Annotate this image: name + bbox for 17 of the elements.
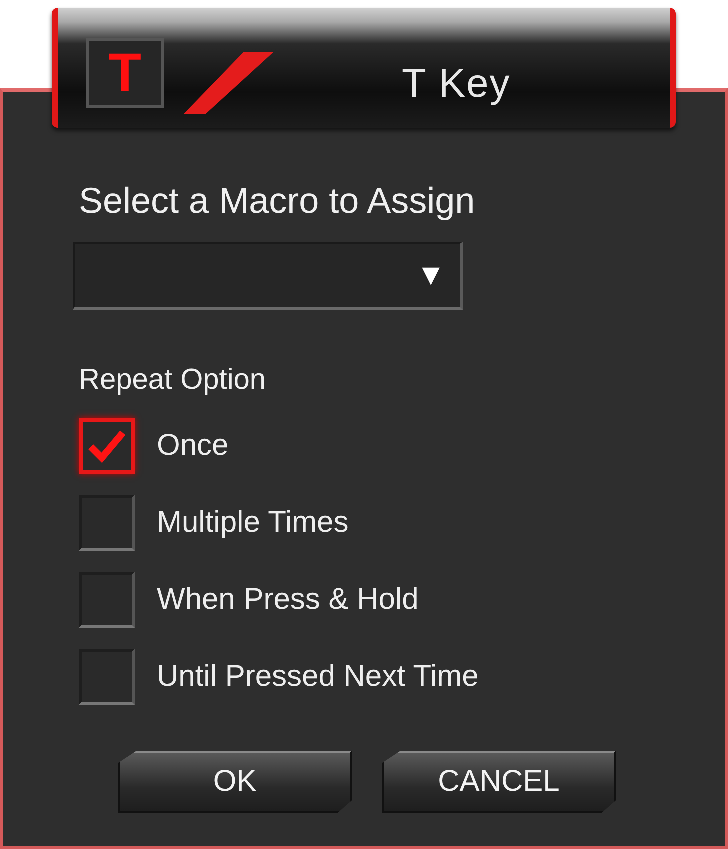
ok-button[interactable]: OK — [118, 751, 352, 813]
cancel-button[interactable]: CANCEL — [382, 751, 616, 813]
option-label: Once — [157, 428, 229, 462]
window-title: T Key — [402, 62, 511, 106]
option-label: When Press & Hold — [157, 582, 419, 616]
checkbox[interactable] — [79, 418, 135, 474]
repeat-option-label: Repeat Option — [79, 364, 268, 397]
checkbox[interactable] — [79, 572, 135, 628]
macro-label: Select a Macro to Assign — [79, 180, 476, 222]
checkbox[interactable] — [79, 494, 135, 550]
option-label: Multiple Times — [157, 506, 349, 540]
checkbox[interactable] — [79, 648, 135, 704]
macro-dropdown[interactable]: ▼ — [73, 242, 463, 310]
option-label: Until Pressed Next Time — [157, 660, 479, 694]
check-icon — [87, 428, 127, 462]
stripe-icon — [184, 52, 274, 114]
logo: T — [86, 38, 164, 108]
